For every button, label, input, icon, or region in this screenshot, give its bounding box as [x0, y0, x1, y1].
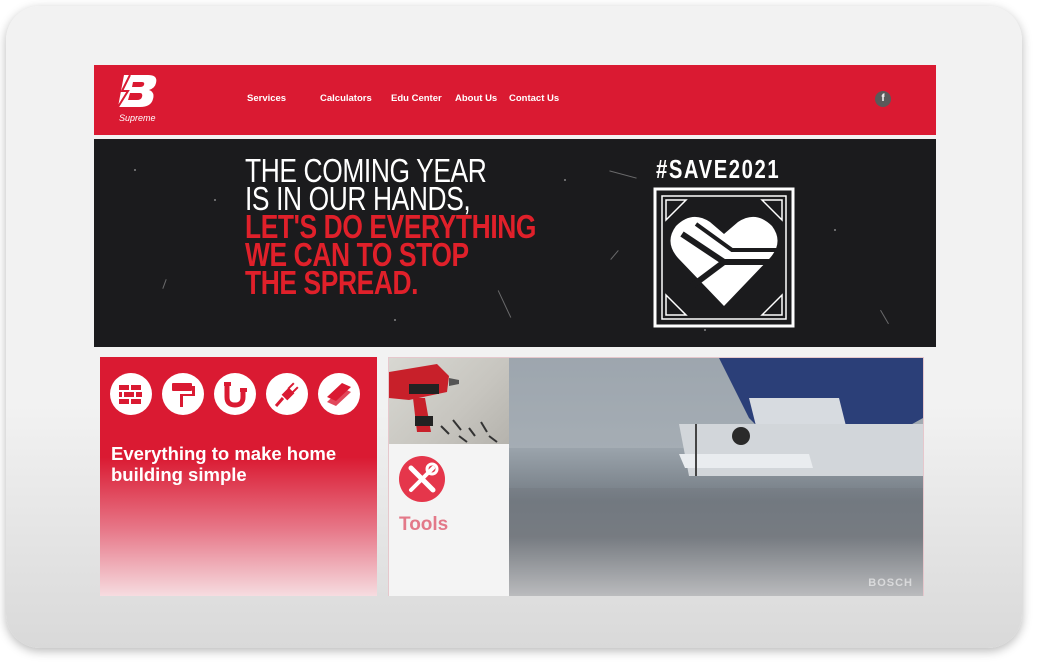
- wrench-screwdriver-icon: [399, 456, 445, 502]
- site-header: Supreme Services Calculators Edu Center …: [94, 65, 936, 135]
- banner-headline: THE COMING YEAR IS IN OUR HANDS, LET'S D…: [245, 154, 536, 301]
- bosch-watermark: BOSCH: [868, 577, 913, 589]
- website: Supreme Services Calculators Edu Center …: [94, 65, 936, 596]
- nav-edu-center[interactable]: Edu Center: [391, 93, 442, 104]
- paint-roller-icon[interactable]: [162, 373, 204, 415]
- nav-about-us[interactable]: About Us: [455, 93, 497, 104]
- plumbing-pipe-icon[interactable]: [214, 373, 256, 415]
- hero-banner: THE COMING YEAR IS IN OUR HANDS, LET'S D…: [94, 139, 936, 347]
- heart-flag-icon: [652, 186, 796, 329]
- nav-services[interactable]: Services: [247, 93, 286, 104]
- brand-logo[interactable]: Supreme: [116, 73, 162, 127]
- tools-label: Tools: [399, 514, 449, 535]
- home-building-card[interactable]: Everything to make home building simple: [100, 357, 377, 596]
- brand-name: Supreme: [119, 113, 156, 123]
- hashtag-text: #SAVE2021: [656, 154, 781, 184]
- electric-plug-icon[interactable]: [266, 373, 308, 415]
- tools-card[interactable]: Tools BOSCH: [388, 357, 924, 596]
- brand-logo-mark: [118, 74, 157, 108]
- brick-wall-icon[interactable]: [110, 373, 152, 415]
- facebook-icon[interactable]: f: [875, 91, 891, 107]
- drill-photo: [389, 358, 509, 444]
- jigsaw-photo: BOSCH: [509, 358, 923, 596]
- nav-contact-us[interactable]: Contact Us: [509, 93, 559, 104]
- browser-frame: Supreme Services Calculators Edu Center …: [6, 6, 1022, 648]
- home-building-text: Everything to make home building simple: [111, 443, 337, 485]
- nav-calculators[interactable]: Calculators: [320, 93, 372, 104]
- timber-planks-icon[interactable]: [318, 373, 360, 415]
- headline-line-5: THE SPREAD.: [245, 264, 419, 301]
